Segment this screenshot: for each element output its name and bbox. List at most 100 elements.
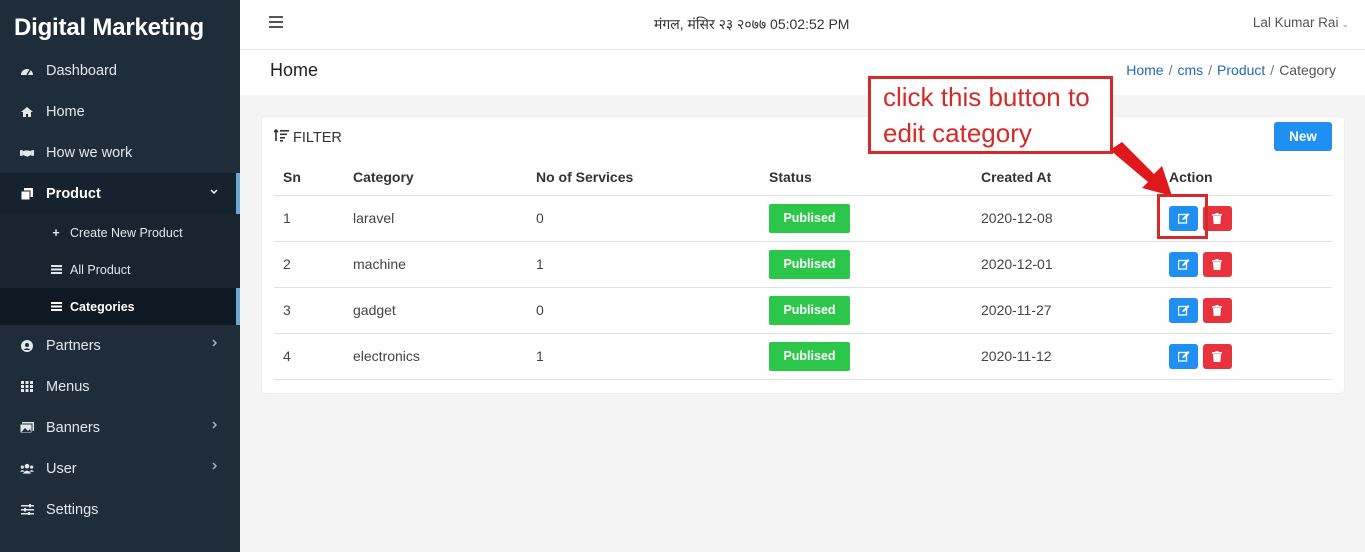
cell-sn: 1 [274, 195, 344, 242]
chevron-right-icon [212, 420, 218, 432]
edit-button[interactable] [1169, 297, 1198, 323]
cell-status: Publised [760, 287, 972, 334]
image-icon [20, 421, 34, 435]
cell-action [1160, 333, 1332, 380]
brand-title[interactable]: Digital Marketing [0, 0, 240, 50]
chevron-right-icon [212, 461, 218, 473]
cell-action [1160, 241, 1332, 288]
sidebar-item-categories[interactable]: Categories [0, 288, 240, 325]
sidebar-item-label: All Product [70, 262, 131, 277]
column-header-category: Category [344, 160, 527, 196]
home-icon [20, 105, 34, 119]
page-header: Home Home / cms / Product / Category [240, 50, 1365, 95]
column-header-action: Action [1160, 160, 1332, 196]
breadcrumb-separator: / [1208, 62, 1213, 78]
breadcrumb-category: Category [1279, 62, 1336, 78]
chevron-down-icon [210, 186, 218, 198]
edit-button[interactable] [1169, 343, 1198, 369]
cell-sn: 2 [274, 241, 344, 288]
filter-toggle[interactable]: FILTER [273, 128, 342, 146]
sort-filter-icon [273, 128, 289, 146]
cell-category: electronics [344, 333, 527, 380]
user-name: Lal Kumar Rai [1252, 15, 1339, 30]
hamburger-menu-icon[interactable] [269, 16, 283, 28]
delete-button[interactable] [1202, 343, 1232, 369]
breadcrumb-product[interactable]: Product [1217, 62, 1265, 78]
sidebar-item-label: Categories [70, 299, 135, 314]
sidebar-item-user[interactable]: User [0, 448, 240, 489]
sidebar-item-banners[interactable]: Banners [0, 407, 240, 448]
status-badge: Publised [769, 203, 850, 233]
edit-icon [1177, 350, 1189, 362]
column-header-status: Status [760, 160, 972, 196]
edit-icon [1177, 258, 1189, 270]
trash-icon [1212, 212, 1223, 224]
plus-icon: + [52, 225, 60, 240]
sliders-icon [20, 503, 34, 517]
breadcrumb-home[interactable]: Home [1126, 62, 1163, 78]
top-navbar: मंगल, मंसिर २३ २०७७ 05:02:52 PM Lal Kuma… [240, 0, 1365, 50]
cell-category: machine [344, 241, 527, 288]
page-title: Home [270, 60, 319, 80]
chevron-right-icon [212, 338, 218, 350]
status-badge: Publised [769, 295, 850, 325]
users-icon [20, 462, 34, 476]
current-datetime: मंगल, मंसिर २३ २०७७ 05:02:52 PM [654, 16, 850, 32]
breadcrumb-separator: / [1270, 62, 1275, 78]
status-badge: Publised [769, 341, 850, 371]
breadcrumb-cms[interactable]: cms [1177, 62, 1203, 78]
filter-label: FILTER [293, 129, 342, 146]
breadcrumb: Home / cms / Product / Category [1126, 62, 1336, 78]
cell-status: Publised [760, 333, 972, 380]
sidebar-item-label: Create New Product [70, 225, 183, 240]
column-header-sn: Sn [274, 160, 344, 196]
annotation-highlight-box [1157, 194, 1208, 239]
annotation-line: edit category [883, 118, 1032, 148]
sidebar-item-create-new-product[interactable]: + Create New Product [0, 214, 240, 251]
trash-icon [1212, 258, 1223, 270]
sidebar-item-label: Banners [46, 419, 101, 436]
sidebar-item-all-product[interactable]: All Product [0, 251, 240, 288]
status-badge: Publised [769, 249, 850, 279]
user-menu[interactable]: Lal Kumar Rai ⌄ [1253, 15, 1349, 30]
sidebar-item-label: Settings [46, 501, 99, 518]
sidebar-item-home[interactable]: Home [0, 91, 240, 132]
list-icon [50, 263, 62, 277]
sidebar-item-how-we-work[interactable]: How we work [0, 132, 240, 173]
delete-button[interactable] [1202, 251, 1232, 277]
sidebar-item-partners[interactable]: Partners [0, 325, 240, 366]
user-circle-icon [20, 339, 34, 353]
cell-status: Publised [760, 241, 972, 288]
sidebar-item-label: Menus [46, 378, 90, 395]
sidebar-item-product[interactable]: Product [0, 173, 240, 214]
trash-icon [1212, 350, 1223, 362]
new-category-button[interactable]: New [1274, 122, 1332, 151]
cell-category: gadget [344, 287, 527, 334]
annotation-arrow [1110, 142, 1172, 196]
cell-services: 0 [527, 195, 760, 242]
cell-sn: 3 [274, 287, 344, 334]
sidebar-item-menus[interactable]: Menus [0, 366, 240, 407]
annotation-callout: click this button to edit category [868, 76, 1113, 154]
table-row: 2 machine 1 Publised 2020-12-01 [274, 241, 1332, 288]
cell-status: Publised [760, 195, 972, 242]
cell-sn: 4 [274, 333, 344, 380]
gauge-icon [20, 64, 34, 78]
cell-category: laravel [344, 195, 527, 242]
annotation-line: click this button to [883, 82, 1090, 112]
list-icon [50, 300, 62, 314]
cell-created-at: 2020-12-08 [972, 195, 1160, 242]
sidebar-item-label: User [46, 460, 77, 477]
breadcrumb-separator: / [1168, 62, 1173, 78]
sidebar-item-dashboard[interactable]: Dashboard [0, 50, 240, 91]
handshake-icon [20, 146, 34, 160]
grid-icon [20, 380, 34, 394]
sidebar-item-settings[interactable]: Settings [0, 489, 240, 530]
cell-created-at: 2020-12-01 [972, 241, 1160, 288]
product-submenu: + Create New Product All Product Categor… [0, 214, 240, 325]
table-row: 4 electronics 1 Publised 2020-11-12 [274, 333, 1332, 380]
delete-button[interactable] [1202, 297, 1232, 323]
table-row: 3 gadget 0 Publised 2020-11-27 [274, 287, 1332, 334]
cell-services: 0 [527, 287, 760, 334]
edit-button[interactable] [1169, 251, 1198, 277]
